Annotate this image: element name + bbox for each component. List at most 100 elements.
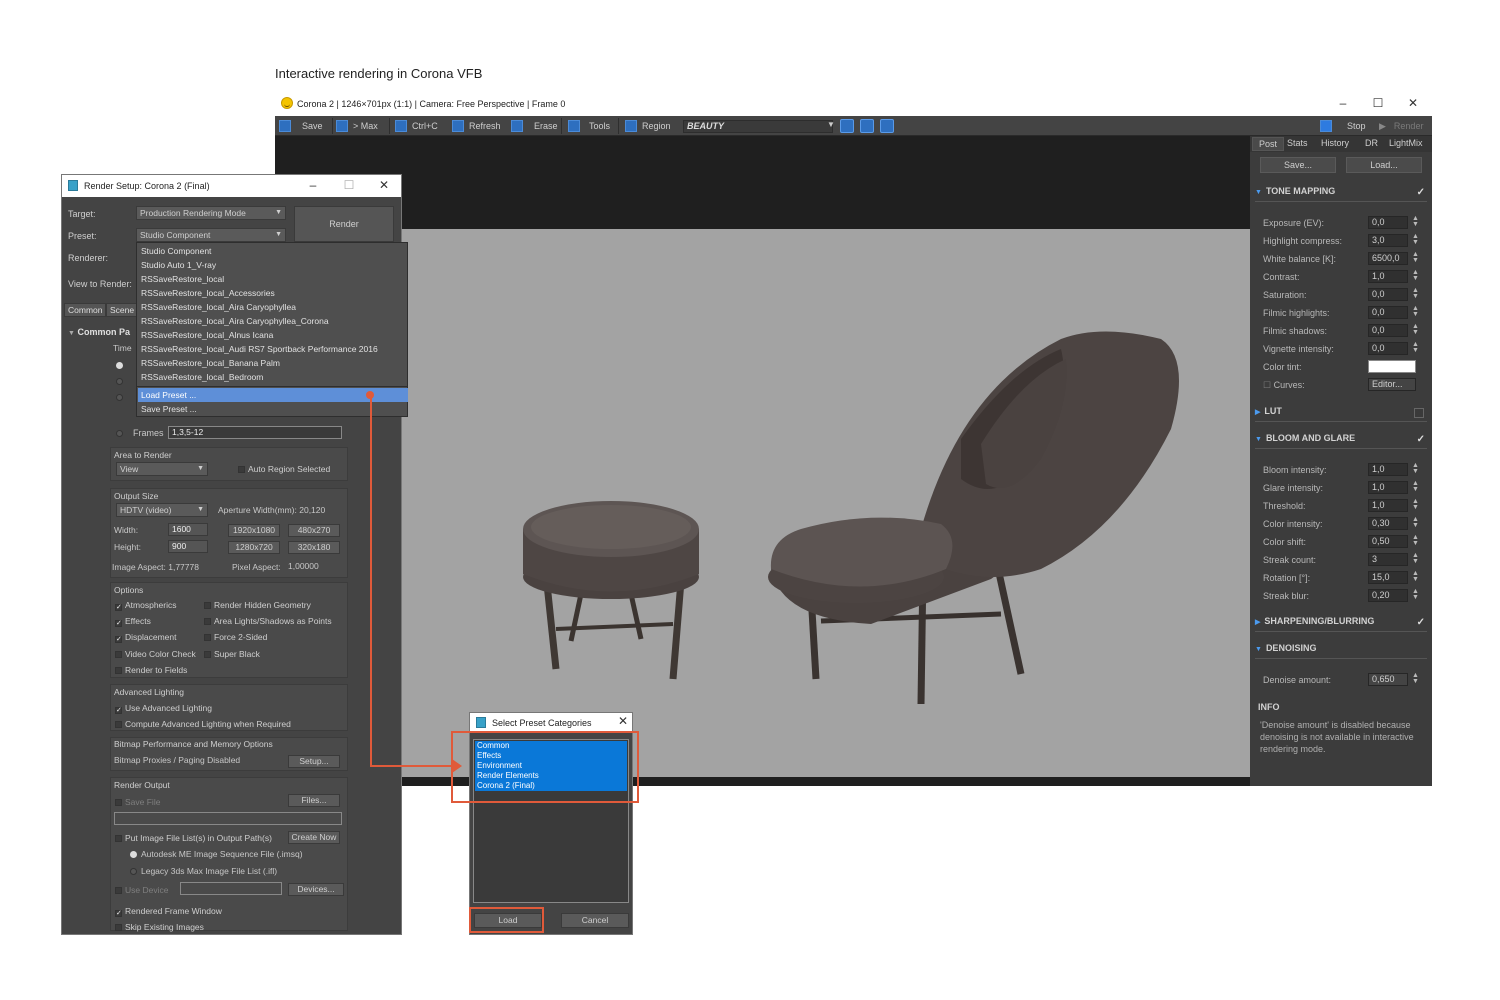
files-button[interactable]: Files... <box>288 794 340 807</box>
spinner-icon[interactable]: ▲ ▼ <box>1412 498 1419 511</box>
color-tint-swatch[interactable] <box>1368 360 1416 373</box>
common-params-rollout[interactable]: ▼ Common Pa <box>68 327 130 337</box>
denoising-header[interactable]: ▼ DENOISING <box>1255 643 1427 659</box>
preset-option[interactable]: RSSaveRestore_local_Audi RS7 Sportback P… <box>140 342 406 356</box>
tab-common[interactable]: Common <box>64 303 107 317</box>
spinner-icon[interactable]: ▲ ▼ <box>1412 462 1419 475</box>
channel-select[interactable]: BEAUTY <box>683 120 833 133</box>
param-input[interactable]: 0,0 <box>1368 288 1408 301</box>
maximize-icon[interactable]: ☐ <box>338 178 360 192</box>
radio-active-segment[interactable] <box>116 376 127 386</box>
skip-existing-images-checkbox[interactable]: Skip Existing Images <box>115 922 204 932</box>
minimize-icon[interactable]: – <box>1332 96 1354 110</box>
create-now-button[interactable]: Create Now <box>288 831 340 844</box>
lut-header[interactable]: ▶ LUT <box>1255 406 1427 422</box>
area-lights-checkbox[interactable]: Area Lights/Shadows as Points <box>204 616 332 626</box>
tools-button[interactable]: Tools <box>568 119 610 133</box>
tab-post[interactable]: Post <box>1252 137 1285 151</box>
region-button[interactable]: Region <box>625 119 671 133</box>
sharpening-header[interactable]: ▶ SHARPENING/BLURRING ✓ <box>1255 616 1427 632</box>
preset-option[interactable]: Studio Auto 1_V-ray <box>140 258 406 272</box>
device-input[interactable] <box>180 882 282 895</box>
auto-region-checkbox[interactable]: Auto Region Selected <box>238 464 330 474</box>
output-path-input[interactable] <box>114 812 342 825</box>
preset-option[interactable]: RSSaveRestore_local_Aira Caryophyllea <box>140 300 406 314</box>
effects-checkbox[interactable]: ✓ Effects <box>115 616 151 627</box>
checkbox[interactable]: ☐ <box>1263 380 1271 390</box>
tab-stats[interactable]: Stats <box>1287 138 1308 148</box>
radio-range[interactable] <box>116 392 127 402</box>
param-input[interactable]: 1,0 <box>1368 270 1408 283</box>
refresh-button[interactable]: Refresh <box>452 119 501 133</box>
spinner-icon[interactable]: ▲ ▼ <box>1412 588 1419 601</box>
param-input[interactable]: 1,0 <box>1368 463 1408 476</box>
cancel-button[interactable]: Cancel <box>561 913 629 928</box>
render-to-fields-checkbox[interactable]: Render to Fields <box>115 665 187 675</box>
checkbox[interactable] <box>1414 408 1424 418</box>
preset-option[interactable]: RSSaveRestore_local_Bedroom <box>140 370 406 384</box>
param-input[interactable]: 6500,0 <box>1368 252 1408 265</box>
param-input[interactable]: 0,50 <box>1368 535 1408 548</box>
spinner-icon[interactable]: ▲ ▼ <box>1412 305 1419 318</box>
preset-option[interactable]: RSSaveRestore_local_Accessories <box>140 286 406 300</box>
atmospherics-checkbox[interactable]: ✓ Atmospherics <box>115 600 177 611</box>
param-input[interactable]: 1,0 <box>1368 499 1408 512</box>
radio-frames[interactable]: Frames <box>116 428 164 438</box>
preset-option[interactable]: Studio Component <box>140 244 406 258</box>
param-input[interactable]: 3 <box>1368 553 1408 566</box>
force-2-sided-checkbox[interactable]: Force 2-Sided <box>204 632 267 642</box>
spinner-icon[interactable]: ▲ ▼ <box>1412 480 1419 493</box>
param-input[interactable]: 3,0 <box>1368 234 1408 247</box>
minimize-icon[interactable]: – <box>302 178 324 192</box>
use-device-checkbox[interactable]: Use Device <box>115 885 168 895</box>
spinner-icon[interactable]: ▲ ▼ <box>1412 269 1419 282</box>
to-max-button[interactable]: > Max <box>336 119 378 133</box>
zoom-fit-icon[interactable] <box>840 119 854 133</box>
param-input[interactable]: 15,0 <box>1368 571 1408 584</box>
spinner-icon[interactable]: ▲ ▼ <box>1412 341 1419 354</box>
render-button[interactable]: ▶ Render <box>1379 119 1423 133</box>
spinner-icon[interactable]: ▲ ▼ <box>1412 570 1419 583</box>
res-1920-button[interactable]: 1920x1080 <box>228 524 280 537</box>
frames-input[interactable]: 1,3,5-12 <box>168 426 342 439</box>
preset-option[interactable]: RSSaveRestore_local <box>140 272 406 286</box>
param-input[interactable]: 0,0 <box>1368 324 1408 337</box>
spinner-icon[interactable]: ▲ ▼ <box>1412 323 1419 336</box>
save-button[interactable]: Save <box>279 119 323 133</box>
tab-scene[interactable]: Scene <box>106 303 139 317</box>
tab-dr[interactable]: DR <box>1365 138 1378 148</box>
maximize-icon[interactable]: ☐ <box>1367 96 1389 110</box>
copy-button[interactable]: Ctrl+C <box>395 119 438 133</box>
displacement-checkbox[interactable]: ✓ Displacement <box>115 632 177 643</box>
tab-lightmix[interactable]: LightMix <box>1389 138 1423 148</box>
curves-editor-button[interactable]: Editor... <box>1368 378 1416 391</box>
save-file-checkbox[interactable]: Save File <box>115 797 160 807</box>
target-select[interactable]: Production Rendering Mode ▼ <box>136 206 286 220</box>
video-color-check-checkbox[interactable]: Video Color Check <box>115 649 196 659</box>
param-input[interactable]: 1,0 <box>1368 481 1408 494</box>
check-icon[interactable]: ✓ <box>1417 617 1425 628</box>
stop-button[interactable]: Stop <box>1320 119 1366 133</box>
spinner-icon[interactable]: ▲ ▼ <box>1412 287 1419 300</box>
preset-option[interactable]: RSSaveRestore_local_Aira Caryophyllea_Co… <box>140 314 406 328</box>
param-input[interactable]: 0,0 <box>1368 306 1408 319</box>
close-icon[interactable]: ✕ <box>1402 96 1424 110</box>
area-select[interactable]: View ▼ <box>116 462 208 476</box>
tone-mapping-header[interactable]: ▼ TONE MAPPING ✓ <box>1255 186 1427 202</box>
zoom-in-icon[interactable] <box>860 119 874 133</box>
render-button[interactable]: Render <box>294 206 394 242</box>
radio-single[interactable] <box>116 360 127 370</box>
output-size-select[interactable]: HDTV (video) ▼ <box>116 503 208 517</box>
spinner-icon[interactable]: ▲ ▼ <box>1412 251 1419 264</box>
width-input[interactable]: 1600 <box>168 523 208 536</box>
pixel-aspect-value[interactable]: 1,00000 <box>288 561 319 571</box>
spinner-icon[interactable]: ▲ ▼ <box>1412 534 1419 547</box>
spinner-icon[interactable]: ▲ ▼ <box>1412 552 1419 565</box>
close-icon[interactable]: ✕ <box>612 714 634 728</box>
res-320-button[interactable]: 320x180 <box>288 541 340 554</box>
zoom-out-icon[interactable] <box>880 119 894 133</box>
setup-button[interactable]: Setup... <box>288 755 340 768</box>
put-image-list-checkbox[interactable]: Put Image File List(s) in Output Path(s) <box>115 833 272 843</box>
close-icon[interactable]: ✕ <box>373 178 395 192</box>
rendered-frame-window-checkbox[interactable]: ✓ Rendered Frame Window <box>115 906 222 917</box>
